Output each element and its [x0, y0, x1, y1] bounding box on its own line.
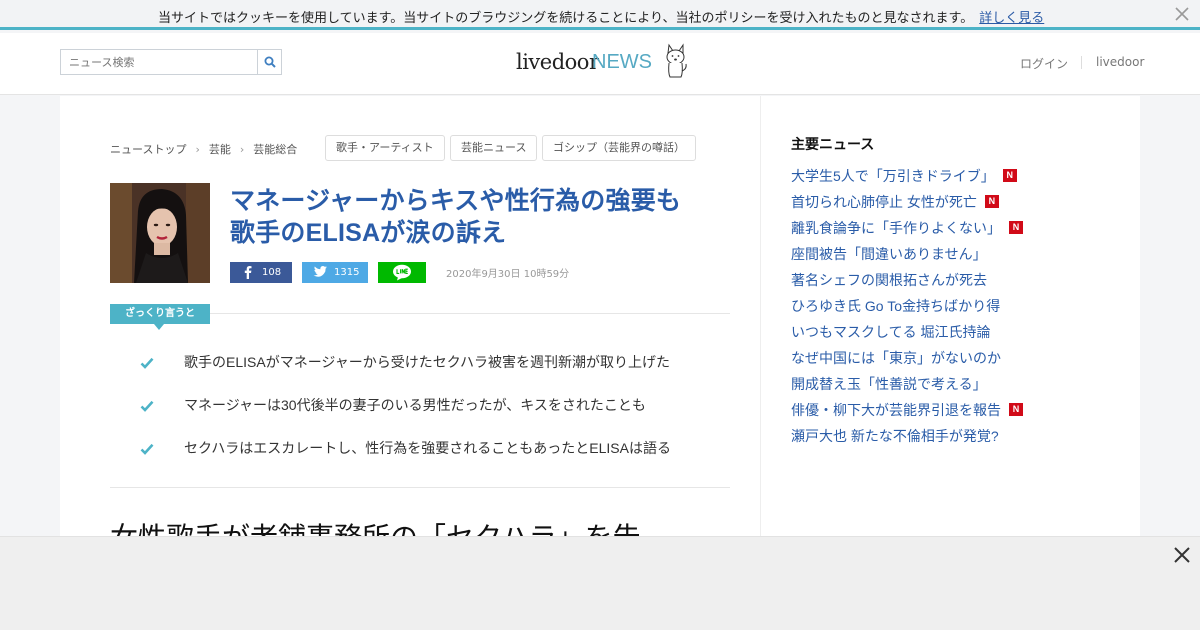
top-news-link[interactable]: 離乳食論争に「手作りよくない」 [791, 220, 1001, 236]
header-divider [1081, 56, 1082, 69]
line-icon [392, 264, 412, 289]
check-icon [140, 397, 154, 416]
top-news-list: 大学生5人で「万引きドライブ」 N 首切られ心肺停止 女性が死亡 N 離乳食論争に「… [791, 166, 1121, 452]
chevron-right-icon: › [239, 143, 245, 156]
dog-mascot-icon [660, 43, 690, 83]
check-icon [140, 440, 154, 459]
list-item[interactable]: 離乳食論争に「手作りよくない」 N [791, 218, 1121, 244]
summary-badge-pointer [154, 324, 164, 330]
ad-overlay [0, 536, 1200, 630]
top-news-link[interactable]: いつもマスクしてる 堀江氏持論 [791, 324, 990, 340]
facebook-share-count: 108 [262, 267, 282, 278]
logo-livedoor: livedoor [516, 50, 599, 74]
summary-point: セクハラはエスカレートし、性行為を強要されることもあったとELISAは語る [140, 438, 740, 462]
breadcrumb-item-news-top[interactable]: ニューストップ [110, 143, 186, 156]
headline-line-1: マネージャーからキスや性行為の強要も [230, 187, 682, 215]
tag-gossip[interactable]: ゴシップ（芸能界の噂話） [542, 135, 696, 161]
top-news-link[interactable]: 瀬戸大也 新たな不倫相手が発覚? [791, 428, 999, 444]
summary-point-text: マネージャーは30代後半の妻子のいる男性だったが、キスをされたことも [184, 397, 646, 413]
tag-entertainment-news[interactable]: 芸能ニュース [450, 135, 538, 161]
logo-news: NEWS [592, 51, 652, 73]
cookie-message: 当サイトではクッキーを使用しています。当サイトのブラウジングを続けることにより、… [158, 11, 974, 26]
summary-point: マネージャーは30代後半の妻子のいる男性だったが、キスをされたことも [140, 395, 740, 419]
summary-point: 歌手のELISAがマネージャーから受けたセクハラ被害を週刊新潮が取り上げた [140, 352, 740, 376]
top-news-link[interactable]: 座間被告「間違いありません」 [791, 246, 987, 262]
summary-point-text: 歌手のELISAがマネージャーから受けたセクハラ被害を週刊新潮が取り上げた [184, 354, 671, 370]
twitter-share-button[interactable]: 1315 [302, 262, 368, 283]
article-headline: マネージャーからキスや性行為の強要も 歌手のELISAが涙の訴え [230, 185, 730, 249]
breadcrumb-item-entertainment-general[interactable]: 芸能総合 [253, 143, 297, 156]
top-news-link[interactable]: 首切られ心肺停止 女性が死亡 [791, 194, 977, 210]
livedoor-link[interactable]: livedoor [1096, 55, 1144, 69]
summary-badge: ざっくり言うと [110, 304, 210, 324]
top-news-link[interactable]: 著名シェフの関根拓さんが死去 [791, 272, 987, 288]
facebook-icon [242, 265, 254, 287]
sidebar: 主要ニュース 大学生5人で「万引きドライブ」 N 首切られ心肺停止 女性が死亡 N … [760, 96, 1140, 536]
new-badge: N [1009, 403, 1023, 416]
close-icon[interactable] [1172, 4, 1192, 24]
top-news-link[interactable]: ひろゆき氏 Go To金持ちばかり得 [791, 298, 1000, 314]
list-item[interactable]: 著名シェフの関根拓さんが死去 [791, 270, 1121, 296]
search-icon [258, 56, 282, 78]
list-item[interactable]: 大学生5人で「万引きドライブ」 N [791, 166, 1121, 192]
tag-singer-artist[interactable]: 歌手・アーティスト [325, 135, 445, 161]
top-news-link[interactable]: 大学生5人で「万引きドライブ」 [791, 168, 995, 184]
site-header: livedoor NEWS ログイン livedoor [0, 33, 1200, 95]
list-item[interactable]: 瀬戸大也 新たな不倫相手が発覚? [791, 426, 1121, 452]
list-item[interactable]: 俳優・柳下大が芸能界引退を報告 N [791, 400, 1121, 426]
article-column: ニューストップ › 芸能 › 芸能総合 歌手・アーティスト 芸能ニュース ゴシップ（芸能… [60, 96, 760, 553]
cookie-banner: 当サイトではクッキーを使用しています。当サイトのブラウジングを続けることにより、… [0, 0, 1200, 30]
twitter-bird-icon [312, 265, 328, 287]
list-item[interactable]: 座間被告「間違いありません」 [791, 244, 1121, 270]
article-thumbnail[interactable] [110, 183, 210, 283]
article-divider [110, 487, 730, 488]
list-item[interactable]: 開成替え玉「性善説で考える」 [791, 374, 1121, 400]
facebook-share-button[interactable]: 108 [230, 262, 292, 283]
breadcrumb-item-entertainment[interactable]: 芸能 [209, 143, 231, 156]
list-item[interactable]: 首切られ心肺停止 女性が死亡 N [791, 192, 1121, 218]
cookie-text: 当サイトではクッキーを使用しています。当サイトのブラウジングを続けることにより、… [158, 7, 1044, 26]
list-item[interactable]: ひろゆき氏 Go To金持ちばかり得 [791, 296, 1121, 322]
top-news-link[interactable]: 開成替え玉「性善説で考える」 [791, 376, 987, 392]
close-icon[interactable] [1172, 545, 1192, 565]
chevron-right-icon: › [195, 143, 200, 156]
line-share-button[interactable] [378, 262, 426, 283]
search-input[interactable] [61, 50, 257, 74]
new-badge: N [984, 195, 999, 208]
check-icon [140, 354, 154, 373]
new-badge: N [1009, 221, 1023, 234]
search-box [60, 49, 282, 75]
top-news-link[interactable]: 俳優・柳下大が芸能界引退を報告 [791, 402, 1001, 418]
new-badge: N [1002, 169, 1017, 182]
top-news-title: 主要ニュース [791, 137, 875, 153]
list-item[interactable]: なぜ中国には「東京」がないのか [791, 348, 1121, 374]
publish-date: 2020年9月30日 10時59分 [446, 269, 570, 280]
login-link[interactable]: ログイン [1020, 55, 1068, 72]
list-item[interactable]: いつもマスクしてる 堀江氏持論 [791, 322, 1121, 348]
top-news-link[interactable]: なぜ中国には「東京」がないのか [791, 350, 1001, 366]
headline-line-2: 歌手のELISAが涙の訴え [230, 219, 507, 247]
breadcrumb: ニューストップ › 芸能 › 芸能総合 [110, 141, 297, 157]
twitter-share-count: 1315 [334, 267, 360, 278]
search-button[interactable] [257, 50, 281, 74]
summary-point-text: セクハラはエスカレートし、性行為を強要されることもあったとELISAは語る [184, 440, 671, 456]
cookie-details-link[interactable]: 詳しく見る [979, 11, 1044, 26]
